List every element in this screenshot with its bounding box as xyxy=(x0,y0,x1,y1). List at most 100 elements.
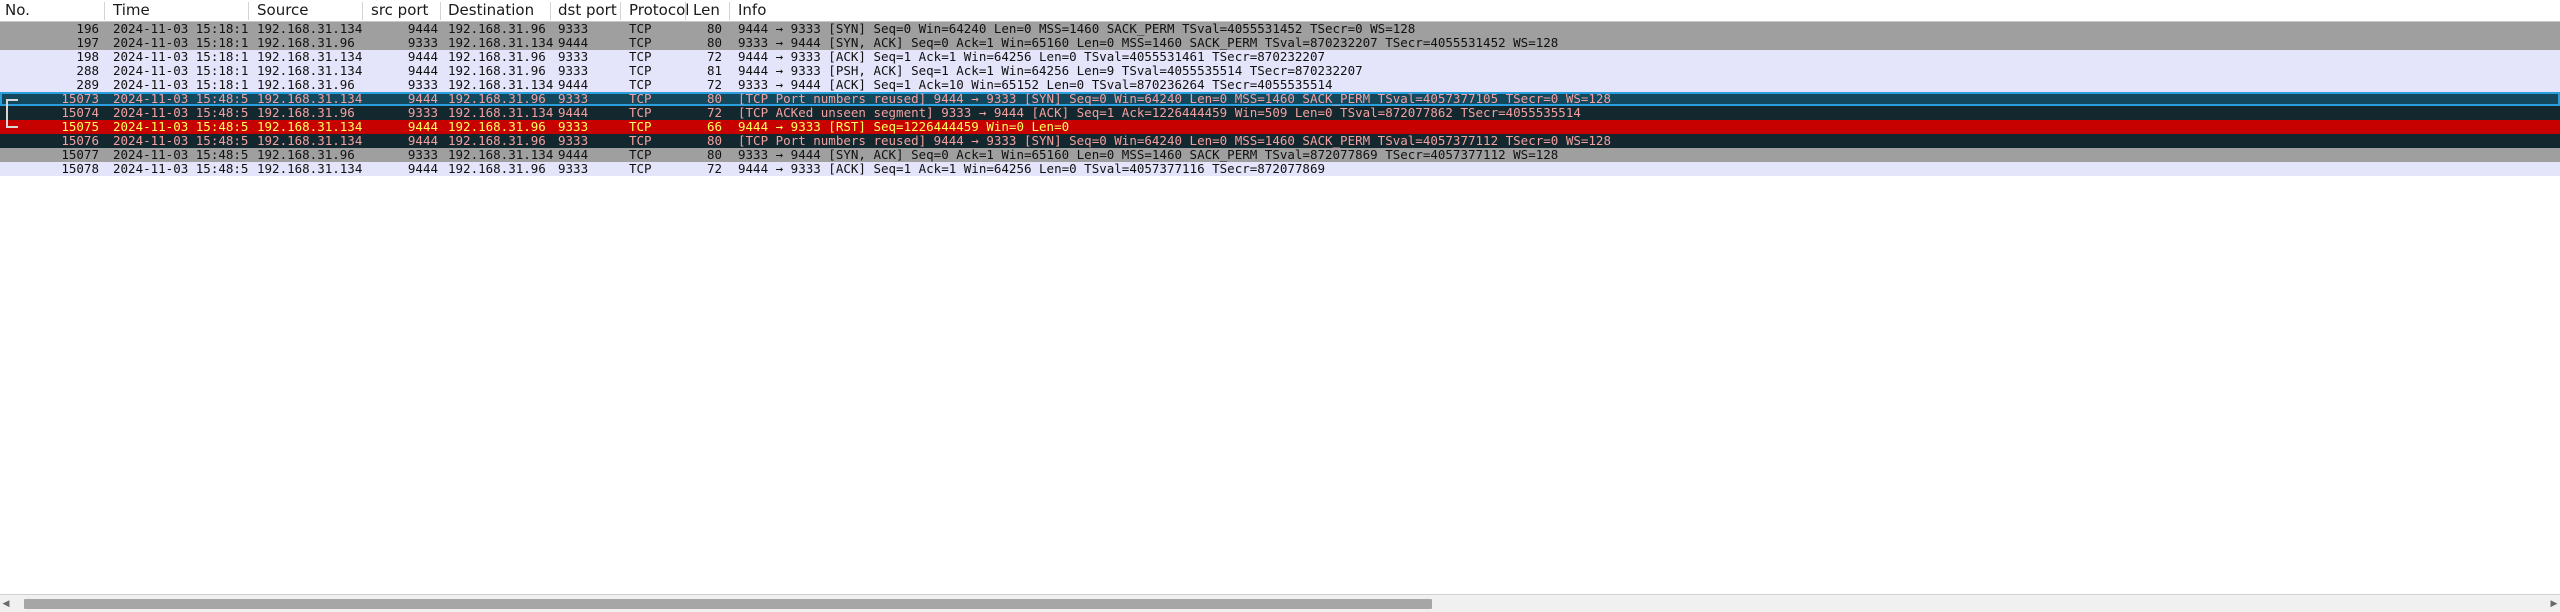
column-header-length[interactable]: Len xyxy=(688,0,728,21)
packet-cell-info: [TCP Port numbers reused] 9444 → 9333 [S… xyxy=(738,92,1611,106)
packet-cell-dest: 192.168.31.134 xyxy=(448,36,553,50)
packet-cell-srcport: 9444 xyxy=(407,162,438,176)
packet-cell-length: 72 xyxy=(706,106,722,120)
column-divider-7[interactable] xyxy=(729,2,730,20)
packet-cell-srcport: 9444 xyxy=(407,64,438,78)
packet-cell-dstport: 9444 xyxy=(558,78,589,92)
packet-cell-dest: 192.168.31.134 xyxy=(448,78,553,92)
column-divider-0[interactable] xyxy=(104,2,105,20)
packet-cell-time: 2024-11-03 15:48:56.873002 xyxy=(113,120,248,134)
packet-cell-no: 15073 xyxy=(61,92,99,106)
packet-cell-dest: 192.168.31.96 xyxy=(448,162,546,176)
column-divider-5[interactable] xyxy=(620,2,621,20)
packet-cell-no: 197 xyxy=(76,36,99,50)
packet-cell-no: 288 xyxy=(76,64,99,78)
packet-cell-dstport: 9333 xyxy=(558,134,589,148)
packet-cell-dest: 192.168.31.96 xyxy=(448,64,546,78)
column-divider-2[interactable] xyxy=(362,2,363,20)
packet-cell-source: 192.168.31.96 xyxy=(257,36,355,50)
packet-cell-time: 2024-11-03 15:18:15.271325 xyxy=(113,64,248,78)
packet-row[interactable]: 197 2024-11-03 15:18:11.214393 192.168.31.… xyxy=(0,36,2560,50)
packet-cell-source: 192.168.31.134 xyxy=(257,22,362,36)
packet-cell-srcport: 9444 xyxy=(407,50,438,64)
packet-cell-length: 72 xyxy=(706,78,722,92)
packet-row[interactable]: 288 2024-11-03 15:18:15.271325 192.168.31.… xyxy=(0,64,2560,78)
packet-cell-dest: 192.168.31.96 xyxy=(448,134,546,148)
packet-cell-dest: 192.168.31.134 xyxy=(448,106,553,120)
packet-row[interactable]: 196 2024-11-03 15:18:11.214297 192.168.31.… xyxy=(0,22,2560,36)
packet-row[interactable]: 15078 2024-11-03 15:48:56.879884 192.168.3… xyxy=(0,162,2560,176)
scroll-right-arrow-icon[interactable]: ▶ xyxy=(2549,597,2559,611)
packet-cell-time: 2024-11-03 15:48:56.869097 xyxy=(113,106,248,120)
packet-row[interactable]: 15077 2024-11-03 15:48:56.876019 192.168.3… xyxy=(0,148,2560,162)
packet-cell-source: 192.168.31.134 xyxy=(257,92,362,106)
packet-cell-length: 80 xyxy=(706,22,722,36)
column-divider-4[interactable] xyxy=(550,2,551,20)
packet-cell-dstport: 9333 xyxy=(558,162,589,176)
packet-cell-no: 15077 xyxy=(61,148,99,162)
scroll-left-arrow-icon[interactable]: ◀ xyxy=(1,597,11,611)
packet-cell-no: 196 xyxy=(76,22,99,36)
packet-cell-info: 9444 → 9333 [ACK] Seq=1 Ack=1 Win=64256 … xyxy=(738,162,1325,176)
packet-cell-dstport: 9333 xyxy=(558,50,589,64)
packet-cell-no: 15075 xyxy=(61,120,99,134)
column-header-no[interactable]: No. xyxy=(0,0,105,21)
packet-row[interactable]: 15076 2024-11-03 15:48:56.875917 192.168.3… xyxy=(0,134,2560,148)
packet-cell-source: 192.168.31.134 xyxy=(257,64,362,78)
packet-cell-source: 192.168.31.96 xyxy=(257,106,355,120)
column-header-time[interactable]: Time xyxy=(108,0,248,21)
packet-cell-time: 2024-11-03 15:18:11.214393 xyxy=(113,36,248,50)
packet-cell-time: 2024-11-03 15:48:56.876019 xyxy=(113,148,248,162)
column-divider-6[interactable] xyxy=(685,2,686,20)
packet-cell-length: 80 xyxy=(706,92,722,106)
packet-row[interactable]: 289 2024-11-03 15:18:15.271421 192.168.31.… xyxy=(0,78,2560,92)
packet-cell-dstport: 9444 xyxy=(558,106,589,120)
packet-cell-info: 9444 → 9333 [PSH, ACK] Seq=1 Ack=1 Win=6… xyxy=(738,64,1363,78)
packet-cell-length: 81 xyxy=(706,64,722,78)
packet-cell-time: 2024-11-03 15:48:56.875917 xyxy=(113,134,248,148)
scrollbar-thumb[interactable] xyxy=(23,599,1433,609)
packet-cell-source: 192.168.31.96 xyxy=(257,78,355,92)
packet-list-header[interactable]: No. Time Source src port Destination dst port… xyxy=(0,0,2560,22)
horizontal-scrollbar[interactable]: ◀ ▶ xyxy=(0,594,2560,612)
column-header-dest[interactable]: Destination xyxy=(443,0,553,21)
packet-cell-time: 2024-11-03 15:18:15.271421 xyxy=(113,78,248,92)
packet-row[interactable]: 198 2024-11-03 15:18:11.218404 192.168.31.… xyxy=(0,50,2560,64)
packet-cell-dest: 192.168.31.96 xyxy=(448,120,546,134)
column-divider-3[interactable] xyxy=(440,2,441,20)
packet-row[interactable]: 15073 2024-11-03 15:48:56.869026 192.168.3… xyxy=(0,92,2560,106)
packet-cell-length: 72 xyxy=(706,162,722,176)
packet-cell-dstport: 9444 xyxy=(558,148,589,162)
column-header-srcport[interactable]: src port xyxy=(366,0,444,21)
packet-cell-info: [TCP ACKed unseen segment] 9333 → 9444 [… xyxy=(738,106,1581,120)
packet-cell-info: 9333 → 9444 [SYN, ACK] Seq=0 Ack=1 Win=6… xyxy=(738,36,1559,50)
column-header-source[interactable]: Source xyxy=(252,0,362,21)
packet-cell-time: 2024-11-03 15:18:11.214297 xyxy=(113,22,248,36)
packet-cell-length: 80 xyxy=(706,36,722,50)
packet-cell-info: [TCP Port numbers reused] 9444 → 9333 [S… xyxy=(738,134,1611,148)
packet-cell-srcport: 9333 xyxy=(407,106,438,120)
packet-cell-info: 9333 → 9444 [ACK] Seq=1 Ack=10 Win=65152… xyxy=(738,78,1333,92)
packet-cell-srcport: 9333 xyxy=(407,78,438,92)
packet-cell-srcport: 9444 xyxy=(407,120,438,134)
packet-cell-srcport: 9444 xyxy=(407,22,438,36)
packet-cell-srcport: 9444 xyxy=(407,92,438,106)
packet-cell-dstport: 9333 xyxy=(558,22,589,36)
column-header-info[interactable]: Info xyxy=(733,0,2533,21)
packet-list-rows[interactable]: 196 2024-11-03 15:18:11.214297 192.168.31.… xyxy=(0,22,2560,594)
packet-cell-source: 192.168.31.134 xyxy=(257,134,362,148)
packet-cell-srcport: 9333 xyxy=(407,36,438,50)
packet-cell-dstport: 9333 xyxy=(558,64,589,78)
packet-cell-no: 15076 xyxy=(61,134,99,148)
packet-cell-no: 289 xyxy=(76,78,99,92)
packet-row[interactable]: 15075 2024-11-03 15:48:56.873002 192.168.3… xyxy=(0,120,2560,134)
packet-cell-info: 9444 → 9333 [ACK] Seq=1 Ack=1 Win=64256 … xyxy=(738,50,1325,64)
packet-cell-length: 80 xyxy=(706,148,722,162)
packet-cell-dest: 192.168.31.96 xyxy=(448,22,546,36)
packet-cell-source: 192.168.31.134 xyxy=(257,120,362,134)
packet-cell-no: 198 xyxy=(76,50,99,64)
packet-cell-length: 72 xyxy=(706,50,722,64)
packet-row[interactable]: 15074 2024-11-03 15:48:56.869097 192.168.3… xyxy=(0,106,2560,120)
packet-cell-time: 2024-11-03 15:48:56.879884 xyxy=(113,162,248,176)
column-divider-1[interactable] xyxy=(248,2,249,20)
